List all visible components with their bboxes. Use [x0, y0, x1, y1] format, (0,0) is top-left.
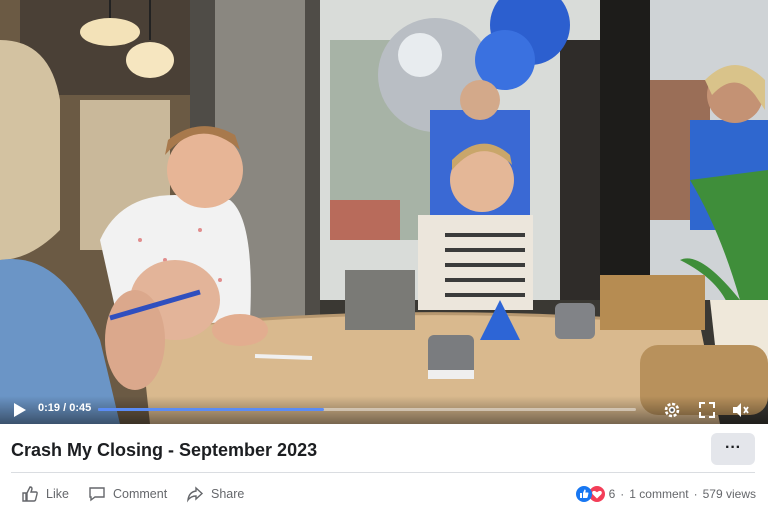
like-icon [22, 486, 38, 502]
comment-count[interactable]: 1 comment [629, 487, 688, 501]
comment-label: Comment [113, 487, 168, 501]
post-stats: 6 · 1 comment · 579 views [575, 486, 756, 502]
like-label: Like [46, 487, 69, 501]
current-time: 0:19 [38, 402, 61, 414]
post-actions: Like Comment Share 6 · 1 comment · 579 v… [0, 478, 768, 510]
reaction-count[interactable]: 6 [609, 487, 616, 501]
video-controls: 0:19 / 0:45 [0, 396, 768, 424]
share-icon [186, 486, 204, 503]
play-icon[interactable] [10, 401, 28, 419]
comment-icon [89, 487, 105, 502]
post-header: Crash My Closing - September 2023 ··· [0, 424, 768, 474]
more-options-button[interactable]: ··· [711, 433, 755, 465]
video-time: 0:19 / 0:45 [38, 402, 91, 414]
like-reaction-icon[interactable] [575, 486, 592, 502]
fullscreen-icon[interactable] [697, 400, 717, 420]
progress-bar[interactable] [98, 408, 636, 411]
like-button[interactable]: Like [21, 483, 69, 505]
video-frame [0, 0, 768, 424]
settings-icon[interactable] [662, 400, 682, 420]
comment-button[interactable]: Comment [88, 483, 167, 505]
divider [11, 472, 755, 473]
stats-separator: · [693, 487, 698, 501]
progress-fill [98, 408, 324, 411]
time-separator: / [60, 402, 70, 414]
video-player[interactable]: 0:19 / 0:45 [0, 0, 768, 424]
post-title: Crash My Closing - September 2023 [11, 440, 318, 460]
share-button[interactable]: Share [186, 483, 244, 505]
volume-icon[interactable] [730, 400, 750, 420]
view-count: 579 views [702, 487, 756, 501]
stats-separator: · [620, 487, 625, 501]
duration: 0:45 [69, 402, 92, 414]
share-label: Share [211, 487, 245, 501]
